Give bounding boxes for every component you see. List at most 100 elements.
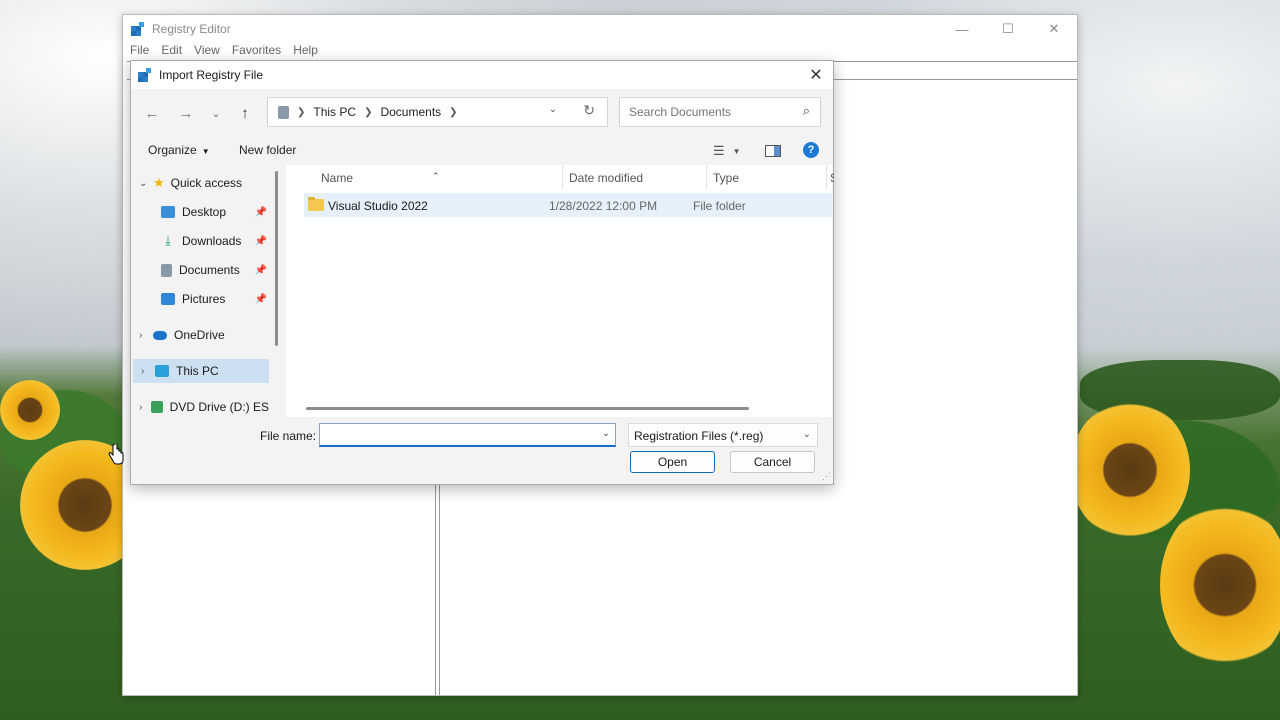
file-name-dropdown-chevron-icon[interactable]: ⌄ [602,428,610,439]
desktop-icon [161,206,175,218]
nav-item-pictures[interactable]: Pictures 📌 [161,287,269,311]
filter-dropdown-chevron-icon: ⌄ [802,429,811,440]
nav-item-label: OneDrive [174,328,225,342]
column-divider[interactable] [562,165,563,189]
dialog-close-button[interactable]: ✕ [801,61,831,89]
column-header-type[interactable]: Type [713,171,739,185]
file-name-combobox[interactable]: ⌄ [319,423,616,447]
search-icon[interactable]: ⌕ [803,103,810,119]
open-button[interactable]: Open [630,451,715,473]
hand-cursor-icon [108,444,124,465]
nav-item-onedrive[interactable]: › OneDrive [131,323,269,347]
column-header-row: ⌃ Name Date modified Type S [286,165,834,189]
command-bar: Organize ▼ New folder ☰ ▼ ? [131,137,833,165]
file-type-filter-select[interactable]: Registration Files (*.reg) ⌄ [628,423,818,447]
pin-icon: 📌 [254,264,267,276]
address-dropdown-chevron-icon[interactable]: ⌄ [549,104,557,115]
download-icon: ⤓ [165,233,171,248]
file-name-label: File name: [260,429,317,443]
cancel-button[interactable]: Cancel [730,451,815,473]
navigation-row: ← → ⌄ ↑ ❯ This PC ❯ Documents ❯ ⌄ ↻ ⌕ [131,97,833,129]
column-divider[interactable] [706,165,707,189]
column-header-date-modified[interactable]: Date modified [569,171,643,185]
registry-tree-pane[interactable] [123,485,436,695]
column-header-name[interactable]: Name [321,171,353,185]
file-list-pane: ⌃ Name Date modified Type S Visual Studi… [286,165,834,417]
resize-grip-icon[interactable]: ⋰ [822,471,831,482]
registry-divider [835,79,1077,81]
nav-pane-scroll-track [279,167,285,419]
import-registry-dialog: Import Registry File ✕ ← → ⌄ ↑ ❯ This PC… [130,60,834,485]
nav-item-desktop[interactable]: Desktop 📌 [161,200,269,224]
up-arrow-icon[interactable]: ↑ [234,102,256,124]
close-button[interactable]: ✕ [1031,15,1077,43]
nav-item-downloads[interactable]: ⤓ Downloads 📌 [161,229,269,253]
nav-item-label: Downloads [182,234,242,248]
address-bar[interactable]: ❯ This PC ❯ Documents ❯ ⌄ ↻ [267,97,608,127]
background-sunflower [1160,500,1280,670]
menu-favorites[interactable]: Favorites [232,43,281,61]
registry-menu-bar: File Edit View Favorites Help [123,43,1077,61]
preview-pane-button[interactable] [765,141,781,161]
file-type: File folder [693,199,746,213]
this-pc-icon [278,105,289,119]
refresh-icon[interactable]: ↻ [583,102,595,119]
file-date: 1/28/2022 12:00 PM [549,199,658,213]
cloud-icon [153,330,167,340]
breadcrumb-separator-icon[interactable]: ❯ [364,107,372,118]
nav-item-this-pc[interactable]: › This PC [133,359,269,383]
search-box[interactable]: ⌕ [619,97,821,127]
breadcrumb-separator-icon[interactable]: ❯ [297,107,305,118]
help-icon[interactable]: ? [803,142,819,158]
registry-app-icon [131,22,144,36]
pin-icon: 📌 [254,293,267,305]
list-view-icon: ☰ [713,143,725,158]
minimize-button[interactable]: — [939,15,985,43]
breadcrumb-separator-icon[interactable]: ❯ [449,107,457,118]
pin-icon: 📌 [254,206,267,218]
file-name-row: File name: ⌄ Registration Files (*.reg) … [131,423,833,449]
star-icon: ★ [153,175,165,190]
change-view-button[interactable]: ☰ ▼ [713,141,741,161]
collapse-chevron-icon[interactable]: ⌄ [139,178,153,189]
registry-app-icon [138,68,151,82]
registry-splitter[interactable] [435,485,440,695]
recent-locations-chevron-icon[interactable]: ⌄ [205,102,227,124]
breadcrumb-documents[interactable]: Documents [380,105,441,119]
file-type-filter-value: Registration Files (*.reg) [634,429,764,443]
maximize-button[interactable]: ☐ [985,15,1031,43]
nav-item-documents[interactable]: Documents 📌 [161,258,269,282]
organize-dropdown-icon: ▼ [201,147,210,156]
search-input[interactable] [627,98,791,126]
expand-chevron-icon[interactable]: › [141,366,155,377]
organize-button[interactable]: Organize ▼ [148,143,210,157]
menu-file[interactable]: File [130,43,149,61]
nav-item-quick-access[interactable]: ⌄ ★ Quick access [131,171,269,195]
expand-chevron-icon[interactable]: › [139,330,153,341]
nav-item-label: DVD Drive (D:) ES [169,400,269,414]
folder-icon [308,197,324,211]
back-arrow-icon[interactable]: ← [141,102,163,124]
nav-item-label: This PC [176,364,219,378]
disc-drive-icon [150,401,163,413]
column-header-size[interactable]: S [830,171,834,185]
menu-view[interactable]: View [194,43,220,61]
registry-window-controls: — ☐ ✕ [939,15,1077,43]
new-folder-button[interactable]: New folder [239,143,296,157]
dialog-title: Import Registry File [159,68,264,82]
nav-pane-scrollbar[interactable] [275,171,278,346]
horizontal-scrollbar[interactable] [306,407,749,410]
menu-edit[interactable]: Edit [161,43,182,61]
computer-icon [155,365,169,377]
nav-item-label: Desktop [182,205,227,219]
breadcrumb-this-pc[interactable]: This PC [313,105,356,119]
file-row[interactable]: Visual Studio 2022 1/28/2022 12:00 PM Fi… [304,193,832,217]
menu-help[interactable]: Help [293,43,318,61]
column-divider[interactable] [826,165,827,189]
registry-title-bar: Registry Editor [123,15,1077,43]
file-name-input[interactable] [324,424,598,445]
nav-item-dvd-drive[interactable]: › DVD Drive (D:) ES [131,395,269,417]
nav-item-label: Documents [179,263,240,277]
forward-arrow-icon[interactable]: → [175,102,197,124]
expand-chevron-icon[interactable]: › [139,402,151,413]
